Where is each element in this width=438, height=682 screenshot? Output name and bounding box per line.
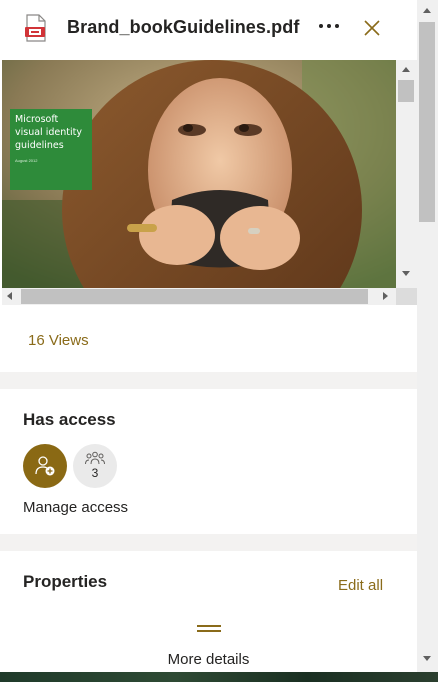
access-section: Has access 3 Manage access xyxy=(0,389,417,534)
views-section: 16 Views xyxy=(0,306,417,372)
views-count-link[interactable]: 16 Views xyxy=(28,332,89,349)
drag-handle-icon[interactable] xyxy=(197,625,221,633)
details-panel: Brand_bookGuidelines.pdf Microsoft visua… xyxy=(0,0,417,672)
panel-vertical-scrollbar[interactable] xyxy=(417,0,438,672)
preview-horizontal-scrollbar[interactable] xyxy=(2,288,396,305)
pdf-file-icon xyxy=(25,14,46,42)
scroll-left-arrow-icon[interactable] xyxy=(7,292,12,300)
add-person-icon xyxy=(35,456,55,476)
edit-all-link[interactable]: Edit all xyxy=(338,577,383,594)
people-group-icon xyxy=(85,451,105,465)
scroll-thumb[interactable] xyxy=(21,289,368,304)
scroll-up-arrow-icon[interactable] xyxy=(423,8,431,13)
cover-date: August 2012 xyxy=(15,158,38,163)
owner-avatar[interactable] xyxy=(23,444,67,488)
close-icon[interactable] xyxy=(360,16,384,40)
scroll-thumb[interactable] xyxy=(419,22,435,222)
scroll-down-arrow-icon[interactable] xyxy=(402,271,410,276)
scroll-thumb[interactable] xyxy=(398,80,414,102)
scroll-down-arrow-icon[interactable] xyxy=(423,656,431,661)
panel-header: Brand_bookGuidelines.pdf xyxy=(0,0,417,60)
file-title: Brand_bookGuidelines.pdf xyxy=(67,17,300,37)
more-details-link[interactable]: More details xyxy=(0,651,417,668)
properties-title: Properties xyxy=(23,572,108,591)
document-cover-thumbnail: Microsoft visual identity guidelines Aug… xyxy=(10,109,92,190)
group-avatar[interactable]: 3 xyxy=(73,444,117,488)
more-options-icon xyxy=(319,24,323,28)
cover-title: Microsoft visual identity guidelines xyxy=(15,114,82,151)
scroll-up-arrow-icon[interactable] xyxy=(402,67,410,72)
manage-access-link[interactable]: Manage access xyxy=(23,499,128,516)
preview-vertical-scrollbar[interactable] xyxy=(396,60,417,288)
scroll-right-arrow-icon[interactable] xyxy=(383,292,388,300)
scrollbar-corner xyxy=(396,288,417,305)
more-options-button[interactable] xyxy=(314,14,344,38)
properties-section: Properties Edit all More details xyxy=(0,551,417,672)
group-member-count: 3 xyxy=(91,466,99,480)
background-strip xyxy=(0,672,438,682)
access-title: Has access xyxy=(23,410,116,429)
file-preview[interactable]: Microsoft visual identity guidelines Aug… xyxy=(0,60,417,306)
